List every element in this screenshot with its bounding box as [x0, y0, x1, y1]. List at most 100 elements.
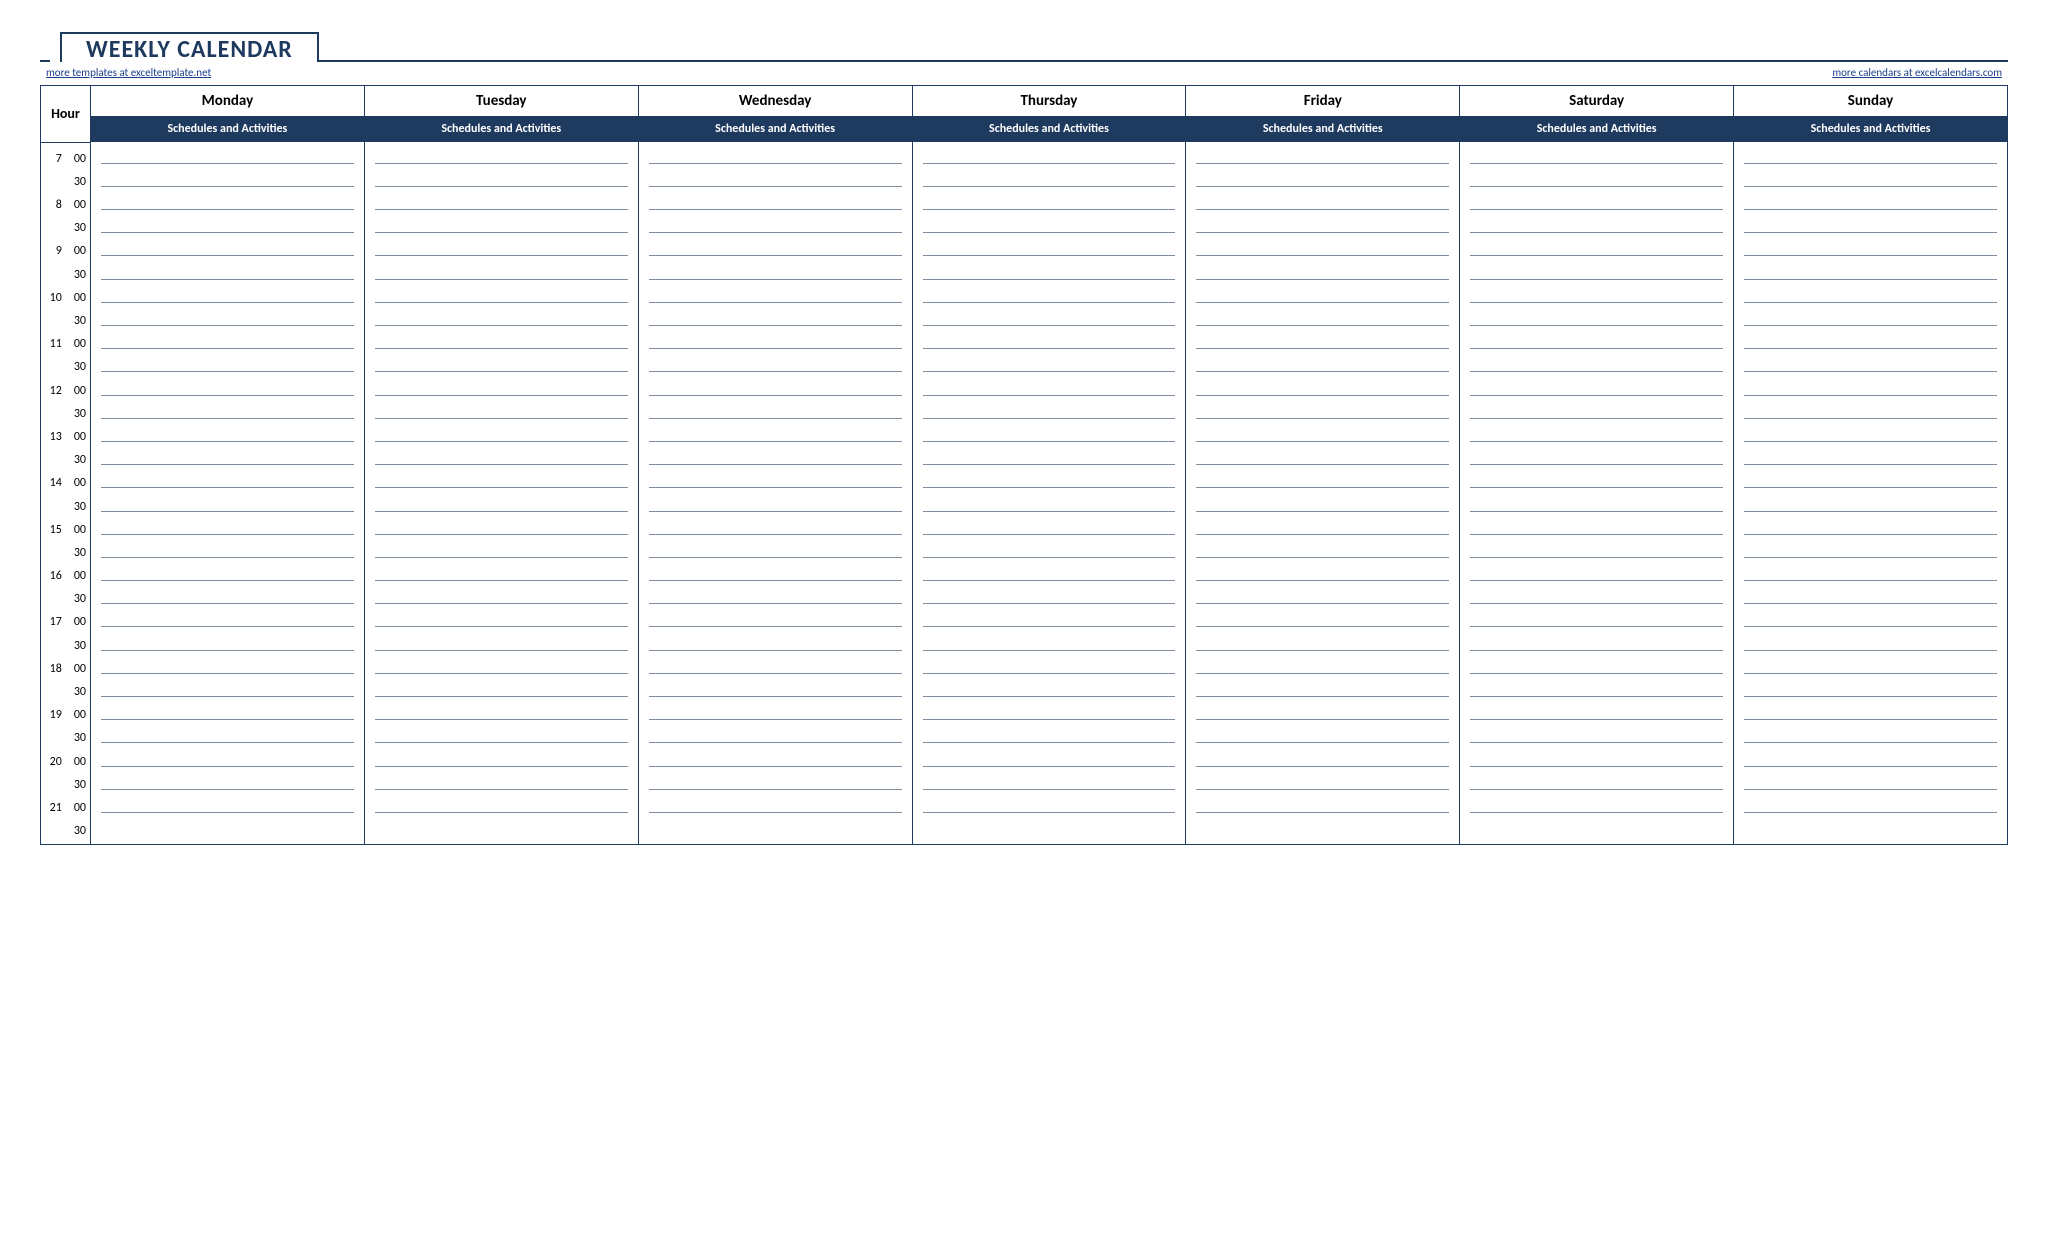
- slot-tuesday-15-00[interactable]: [364, 514, 638, 537]
- slot-friday-16-00[interactable]: [1186, 560, 1460, 583]
- slot-thursday-9-00[interactable]: [912, 235, 1186, 258]
- slot-monday-16-30[interactable]: [91, 583, 365, 606]
- slot-tuesday-20-30[interactable]: [364, 769, 638, 792]
- slot-tuesday-11-30[interactable]: [364, 351, 638, 374]
- slot-thursday-19-30[interactable]: [912, 722, 1186, 745]
- slot-monday-19-00[interactable]: [91, 699, 365, 722]
- slot-thursday-8-00[interactable]: [912, 189, 1186, 212]
- slot-saturday-12-00[interactable]: [1460, 374, 1734, 397]
- slot-thursday-7-30[interactable]: [912, 166, 1186, 189]
- slot-monday-21-30[interactable]: [91, 815, 365, 845]
- slot-sunday-19-30[interactable]: [1734, 722, 2008, 745]
- slot-sunday-21-00[interactable]: [1734, 792, 2008, 815]
- slot-thursday-8-30[interactable]: [912, 212, 1186, 235]
- slot-sunday-20-30[interactable]: [1734, 769, 2008, 792]
- slot-friday-9-30[interactable]: [1186, 258, 1460, 281]
- slot-saturday-20-30[interactable]: [1460, 769, 1734, 792]
- slot-friday-20-30[interactable]: [1186, 769, 1460, 792]
- slot-saturday-12-30[interactable]: [1460, 398, 1734, 421]
- slot-thursday-20-30[interactable]: [912, 769, 1186, 792]
- slot-sunday-15-30[interactable]: [1734, 537, 2008, 560]
- slot-wednesday-11-30[interactable]: [638, 351, 912, 374]
- slot-monday-12-00[interactable]: [91, 374, 365, 397]
- slot-monday-8-00[interactable]: [91, 189, 365, 212]
- slot-sunday-14-30[interactable]: [1734, 490, 2008, 513]
- slot-saturday-7-00[interactable]: [1460, 142, 1734, 166]
- slot-saturday-10-00[interactable]: [1460, 282, 1734, 305]
- slot-monday-19-30[interactable]: [91, 722, 365, 745]
- slot-sunday-9-30[interactable]: [1734, 258, 2008, 281]
- slot-tuesday-14-00[interactable]: [364, 467, 638, 490]
- slot-thursday-12-30[interactable]: [912, 398, 1186, 421]
- slot-sunday-13-00[interactable]: [1734, 421, 2008, 444]
- slot-sunday-7-30[interactable]: [1734, 166, 2008, 189]
- slot-friday-11-00[interactable]: [1186, 328, 1460, 351]
- slot-saturday-18-00[interactable]: [1460, 653, 1734, 676]
- slot-tuesday-11-00[interactable]: [364, 328, 638, 351]
- slot-sunday-17-00[interactable]: [1734, 606, 2008, 629]
- slot-wednesday-18-00[interactable]: [638, 653, 912, 676]
- slot-saturday-15-30[interactable]: [1460, 537, 1734, 560]
- slot-saturday-7-30[interactable]: [1460, 166, 1734, 189]
- slot-saturday-14-30[interactable]: [1460, 490, 1734, 513]
- slot-friday-14-30[interactable]: [1186, 490, 1460, 513]
- slot-friday-13-00[interactable]: [1186, 421, 1460, 444]
- slot-friday-14-00[interactable]: [1186, 467, 1460, 490]
- slot-tuesday-17-30[interactable]: [364, 629, 638, 652]
- slot-wednesday-7-30[interactable]: [638, 166, 912, 189]
- slot-wednesday-18-30[interactable]: [638, 676, 912, 699]
- slot-thursday-15-30[interactable]: [912, 537, 1186, 560]
- slot-thursday-9-30[interactable]: [912, 258, 1186, 281]
- slot-wednesday-13-30[interactable]: [638, 444, 912, 467]
- slot-wednesday-14-30[interactable]: [638, 490, 912, 513]
- slot-monday-14-00[interactable]: [91, 467, 365, 490]
- slot-wednesday-21-30[interactable]: [638, 815, 912, 845]
- slot-monday-15-00[interactable]: [91, 514, 365, 537]
- slot-wednesday-19-00[interactable]: [638, 699, 912, 722]
- slot-monday-7-30[interactable]: [91, 166, 365, 189]
- slot-friday-12-30[interactable]: [1186, 398, 1460, 421]
- slot-wednesday-21-00[interactable]: [638, 792, 912, 815]
- slot-wednesday-20-30[interactable]: [638, 769, 912, 792]
- slot-saturday-8-30[interactable]: [1460, 212, 1734, 235]
- slot-saturday-8-00[interactable]: [1460, 189, 1734, 212]
- slot-tuesday-21-00[interactable]: [364, 792, 638, 815]
- slot-saturday-13-00[interactable]: [1460, 421, 1734, 444]
- slot-saturday-15-00[interactable]: [1460, 514, 1734, 537]
- slot-friday-10-00[interactable]: [1186, 282, 1460, 305]
- slot-thursday-12-00[interactable]: [912, 374, 1186, 397]
- more-templates-link[interactable]: more templates at exceltemplate.net: [46, 66, 211, 79]
- slot-monday-18-00[interactable]: [91, 653, 365, 676]
- slot-saturday-11-00[interactable]: [1460, 328, 1734, 351]
- slot-wednesday-19-30[interactable]: [638, 722, 912, 745]
- slot-sunday-21-30[interactable]: [1734, 815, 2008, 845]
- slot-friday-15-00[interactable]: [1186, 514, 1460, 537]
- slot-friday-19-30[interactable]: [1186, 722, 1460, 745]
- slot-wednesday-7-00[interactable]: [638, 142, 912, 166]
- slot-sunday-11-30[interactable]: [1734, 351, 2008, 374]
- slot-monday-17-00[interactable]: [91, 606, 365, 629]
- slot-friday-21-30[interactable]: [1186, 815, 1460, 845]
- slot-sunday-12-30[interactable]: [1734, 398, 2008, 421]
- slot-sunday-16-30[interactable]: [1734, 583, 2008, 606]
- slot-monday-20-30[interactable]: [91, 769, 365, 792]
- slot-monday-16-00[interactable]: [91, 560, 365, 583]
- slot-monday-13-00[interactable]: [91, 421, 365, 444]
- slot-tuesday-7-00[interactable]: [364, 142, 638, 166]
- slot-saturday-11-30[interactable]: [1460, 351, 1734, 374]
- slot-sunday-16-00[interactable]: [1734, 560, 2008, 583]
- slot-friday-9-00[interactable]: [1186, 235, 1460, 258]
- slot-friday-10-30[interactable]: [1186, 305, 1460, 328]
- slot-saturday-20-00[interactable]: [1460, 745, 1734, 768]
- slot-monday-14-30[interactable]: [91, 490, 365, 513]
- slot-friday-17-30[interactable]: [1186, 629, 1460, 652]
- slot-wednesday-15-30[interactable]: [638, 537, 912, 560]
- slot-tuesday-17-00[interactable]: [364, 606, 638, 629]
- slot-tuesday-13-30[interactable]: [364, 444, 638, 467]
- slot-sunday-14-00[interactable]: [1734, 467, 2008, 490]
- slot-saturday-16-00[interactable]: [1460, 560, 1734, 583]
- slot-tuesday-12-30[interactable]: [364, 398, 638, 421]
- slot-friday-16-30[interactable]: [1186, 583, 1460, 606]
- slot-thursday-17-30[interactable]: [912, 629, 1186, 652]
- slot-thursday-18-00[interactable]: [912, 653, 1186, 676]
